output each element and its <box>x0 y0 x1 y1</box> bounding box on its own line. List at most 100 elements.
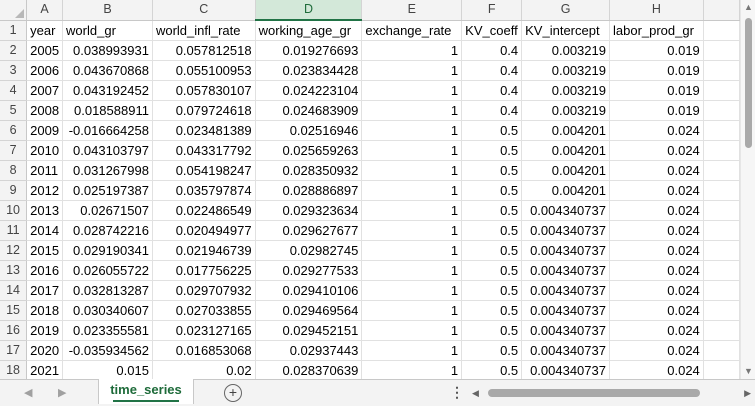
cell[interactable]: 0.043192452 <box>62 80 153 101</box>
cell[interactable]: 2008 <box>26 100 64 121</box>
cell[interactable]: world_gr <box>62 20 153 41</box>
cell[interactable] <box>703 240 740 261</box>
row-header[interactable]: 18 <box>0 360 28 379</box>
cell[interactable] <box>703 280 740 301</box>
cell[interactable]: 0.043103797 <box>62 140 153 161</box>
cell[interactable] <box>703 80 740 101</box>
cell[interactable]: 0.02671507 <box>62 200 153 221</box>
cell[interactable]: 0.029277533 <box>255 260 363 281</box>
row-header[interactable]: 12 <box>0 240 28 261</box>
cell[interactable]: 0.032813287 <box>62 280 153 301</box>
cell[interactable] <box>703 360 740 379</box>
cell[interactable]: 1 <box>361 260 463 281</box>
cell[interactable]: 0.004340737 <box>521 200 610 221</box>
cell[interactable] <box>703 40 740 61</box>
cell[interactable]: -0.035934562 <box>62 340 153 361</box>
cell[interactable]: 0.026055722 <box>62 260 153 281</box>
cell[interactable]: 0.004340737 <box>521 300 610 321</box>
cell[interactable]: 0.023127165 <box>152 320 256 341</box>
cell[interactable]: 0.02 <box>152 360 256 379</box>
row-header[interactable]: 2 <box>0 40 28 61</box>
cell[interactable]: working_age_gr <box>255 20 363 41</box>
cell[interactable]: 0.003219 <box>521 100 610 121</box>
column-header-f[interactable]: F <box>461 0 523 21</box>
row-header[interactable]: 17 <box>0 340 28 361</box>
cell[interactable]: 0.020494977 <box>152 220 256 241</box>
cell[interactable] <box>703 340 740 361</box>
cell[interactable]: 0.021946739 <box>152 240 256 261</box>
cell[interactable]: 0.029707932 <box>152 280 256 301</box>
cell[interactable]: 2019 <box>26 320 64 341</box>
cell[interactable]: 0.024683909 <box>255 100 363 121</box>
cell[interactable]: 0.003219 <box>521 60 610 81</box>
cell[interactable]: 0.027033855 <box>152 300 256 321</box>
row-header[interactable]: 9 <box>0 180 28 201</box>
cell[interactable]: 0.023834428 <box>255 60 363 81</box>
row-header[interactable]: 13 <box>0 260 28 281</box>
cell[interactable]: 1 <box>361 220 463 241</box>
row-header[interactable]: 11 <box>0 220 28 241</box>
cell[interactable]: 0.015 <box>62 360 153 379</box>
cell[interactable]: 0.003219 <box>521 40 610 61</box>
cell[interactable]: 0.028886897 <box>255 180 363 201</box>
cell[interactable]: 1 <box>361 280 463 301</box>
cell[interactable]: 0.024 <box>609 240 704 261</box>
cell[interactable]: 0.022486549 <box>152 200 256 221</box>
cell[interactable]: 2006 <box>26 60 64 81</box>
cell[interactable]: 0.023481389 <box>152 120 256 141</box>
cell[interactable]: 0.004201 <box>521 160 610 181</box>
cell[interactable] <box>703 20 740 41</box>
cell[interactable]: 0.004340737 <box>521 220 610 241</box>
row-header[interactable]: 16 <box>0 320 28 341</box>
row-header[interactable]: 7 <box>0 140 28 161</box>
cell[interactable]: 0.025659263 <box>255 140 363 161</box>
cell[interactable]: 0.5 <box>461 120 523 141</box>
cell[interactable]: 1 <box>361 60 463 81</box>
cell[interactable]: 0.031267998 <box>62 160 153 181</box>
add-sheet-icon[interactable]: + <box>224 384 242 402</box>
cell[interactable]: 2011 <box>26 160 64 181</box>
cell[interactable]: 0.024 <box>609 220 704 241</box>
cell[interactable]: 0.018588911 <box>62 100 153 121</box>
sheet-next-icon[interactable]: ▶ <box>58 386 66 399</box>
cell[interactable] <box>703 320 740 341</box>
cell[interactable]: 0.019 <box>609 100 704 121</box>
cell[interactable]: 0.004340737 <box>521 240 610 261</box>
cell[interactable]: 2010 <box>26 140 64 161</box>
cell[interactable]: 0.024 <box>609 300 704 321</box>
cell[interactable]: 0.028370639 <box>255 360 363 379</box>
cell[interactable] <box>703 260 740 281</box>
cell[interactable]: 2013 <box>26 200 64 221</box>
cell[interactable]: 0.003219 <box>521 80 610 101</box>
cell[interactable]: 2009 <box>26 120 64 141</box>
row-header[interactable]: 15 <box>0 300 28 321</box>
cell[interactable]: 0.030340607 <box>62 300 153 321</box>
cell[interactable]: 0.5 <box>461 360 523 379</box>
cell[interactable]: 0.5 <box>461 160 523 181</box>
cell[interactable]: 0.024 <box>609 180 704 201</box>
cell[interactable]: 0.029323634 <box>255 200 363 221</box>
cell[interactable]: 1 <box>361 140 463 161</box>
cell[interactable]: 0.5 <box>461 300 523 321</box>
column-header-a[interactable]: A <box>26 0 64 21</box>
column-header-b[interactable]: B <box>62 0 153 21</box>
cell[interactable]: 0.029410106 <box>255 280 363 301</box>
cell[interactable]: 0.5 <box>461 280 523 301</box>
cell[interactable]: 0.029190341 <box>62 240 153 261</box>
cell[interactable]: 0.079724618 <box>152 100 256 121</box>
scroll-up-icon[interactable]: ▲ <box>741 0 755 15</box>
cell[interactable]: 0.004340737 <box>521 340 610 361</box>
cell[interactable]: 0.5 <box>461 180 523 201</box>
cell[interactable]: 0.5 <box>461 200 523 221</box>
cell[interactable]: 2021 <box>26 360 64 379</box>
cell[interactable]: 2017 <box>26 280 64 301</box>
horizontal-scroll-thumb[interactable] <box>488 389 700 397</box>
cell[interactable]: 0.035797874 <box>152 180 256 201</box>
sheet-tab-time-series[interactable]: time_series <box>98 379 194 404</box>
select-all-button[interactable] <box>0 0 28 21</box>
cell[interactable]: 0.024 <box>609 260 704 281</box>
cell[interactable]: 0.029627677 <box>255 220 363 241</box>
cell[interactable] <box>703 120 740 141</box>
sheet-prev-icon[interactable]: ◀ <box>24 386 32 399</box>
cell[interactable]: 0.019 <box>609 60 704 81</box>
